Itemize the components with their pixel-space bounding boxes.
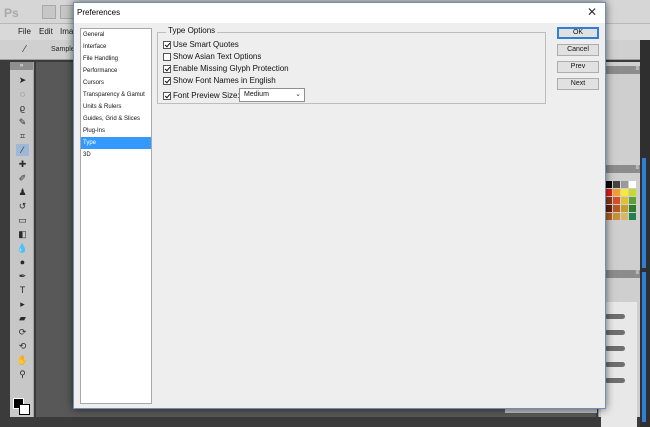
checkbox[interactable]	[163, 91, 171, 100]
swatches-grid	[605, 181, 636, 220]
ok-button[interactable]: OK	[557, 27, 599, 39]
marquee-tool-icon[interactable]: ◌	[16, 88, 29, 100]
menu-edit[interactable]: Edit	[39, 27, 53, 36]
zoom-tool-icon[interactable]: ⚲	[16, 368, 29, 380]
option-label: Font Preview Size:	[173, 91, 240, 100]
panel-menu-icon[interactable]: ≡	[635, 165, 639, 171]
dialog-titlebar: Preferences ✕	[74, 3, 605, 23]
clone-stamp-tool-icon[interactable]: ♟	[16, 186, 29, 198]
category-item[interactable]: Plug-Ins	[81, 125, 151, 137]
healing-brush-tool-icon[interactable]: ✚	[16, 158, 29, 170]
category-item[interactable]: Performance	[81, 65, 151, 77]
category-item[interactable]: 3D	[81, 149, 151, 161]
preferences-dialog: Preferences ✕ General Interface File Handl…	[73, 2, 606, 409]
menu-image[interactable]: Ima	[60, 27, 73, 36]
option-label: Show Asian Text Options	[173, 52, 262, 61]
option-use-smart-quotes[interactable]: Use Smart Quotes	[163, 39, 239, 50]
3d-rotate-tool-icon[interactable]: ⟳	[16, 326, 29, 338]
3d-orbit-tool-icon[interactable]: ⟲	[16, 340, 29, 352]
minibridge-icon[interactable]	[60, 5, 74, 19]
photoshop-logo: Ps	[4, 6, 19, 20]
history-brush-tool-icon[interactable]: ↺	[16, 200, 29, 212]
blur-tool-icon[interactable]: 💧	[16, 242, 29, 254]
close-icon[interactable]: ✕	[585, 5, 599, 19]
category-list: General Interface File Handling Performance…	[80, 28, 152, 404]
background-color-swatch[interactable]	[19, 404, 30, 415]
tools-panel: » ➤ ◌ ϱ ✎ ⌗ ⁄ ✚ ✐ ♟ ↺ ▭ ◧ 💧 ● ✒ T ▸ ▰ ⟳ …	[10, 62, 34, 417]
checkbox[interactable]	[163, 64, 171, 73]
option-label: Enable Missing Glyph Protection	[173, 64, 289, 73]
pen-tool-icon[interactable]: ✒	[16, 270, 29, 282]
brush-preset[interactable]	[605, 378, 625, 383]
category-item[interactable]: Units & Rulers	[81, 101, 151, 113]
gradient-tool-icon[interactable]: ◧	[16, 228, 29, 240]
prev-button[interactable]: Prev	[557, 61, 599, 73]
eyedropper-tool-icon[interactable]: ⁄	[16, 144, 29, 156]
quick-select-tool-icon[interactable]: ✎	[16, 116, 29, 128]
brush-tool-icon[interactable]: ✐	[16, 172, 29, 184]
hand-tool-icon[interactable]: ✋	[16, 354, 29, 366]
option-font-names-english[interactable]: Show Font Names in English	[163, 75, 276, 86]
eraser-tool-icon[interactable]: ▭	[16, 214, 29, 226]
option-font-preview-size[interactable]: Font Preview Size:	[163, 90, 240, 101]
dialog-body: General Interface File Handling Performance…	[74, 23, 605, 408]
brush-presets-list	[601, 302, 637, 427]
brush-preset[interactable]	[605, 330, 625, 335]
next-button[interactable]: Next	[557, 78, 599, 90]
menu-file[interactable]: File	[18, 27, 31, 36]
shape-tool-icon[interactable]: ▰	[16, 312, 29, 324]
sample-label: Sample	[51, 46, 75, 53]
desktop-edge	[640, 40, 650, 427]
option-label: Show Font Names in English	[173, 76, 276, 85]
option-label: Use Smart Quotes	[173, 40, 239, 49]
option-missing-glyph-protection[interactable]: Enable Missing Glyph Protection	[163, 63, 289, 74]
eyedropper-icon[interactable]: ⁄	[24, 44, 36, 56]
category-item[interactable]: File Handling	[81, 53, 151, 65]
brush-preset[interactable]	[605, 346, 625, 351]
brush-preset[interactable]	[605, 362, 625, 367]
font-preview-size-select[interactable]: Medium ⌄	[239, 88, 305, 102]
category-item[interactable]: Cursors	[81, 77, 151, 89]
category-item[interactable]: Guides, Grid & Slices	[81, 113, 151, 125]
crop-tool-icon[interactable]: ⌗	[16, 130, 29, 142]
option-show-asian-text[interactable]: Show Asian Text Options	[163, 51, 261, 62]
bridge-icon[interactable]	[42, 5, 56, 19]
dialog-title: Preferences	[77, 8, 121, 17]
category-item[interactable]: Transparency & Gamut	[81, 89, 151, 101]
dodge-tool-icon[interactable]: ●	[16, 256, 29, 268]
panel-menu-icon[interactable]: ≡	[635, 66, 639, 72]
path-select-tool-icon[interactable]: ▸	[16, 298, 29, 310]
select-value: Medium	[244, 91, 269, 98]
panel-menu-icon[interactable]: ≡	[635, 270, 639, 276]
checkbox[interactable]	[163, 40, 171, 49]
group-title: Type Options	[166, 26, 218, 35]
lasso-tool-icon[interactable]: ϱ	[16, 102, 29, 114]
category-item[interactable]: General	[81, 29, 151, 41]
cancel-button[interactable]: Cancel	[557, 44, 599, 56]
checkbox[interactable]	[163, 52, 171, 61]
chevron-down-icon: ⌄	[295, 91, 301, 98]
type-tool-icon[interactable]: T	[16, 284, 29, 296]
category-item[interactable]: Type	[81, 137, 151, 149]
brush-preset[interactable]	[605, 314, 625, 319]
category-item[interactable]: Interface	[81, 41, 151, 53]
tools-panel-collapse[interactable]: »	[10, 62, 33, 70]
move-tool-icon[interactable]: ➤	[16, 74, 29, 86]
checkbox[interactable]	[163, 76, 171, 85]
